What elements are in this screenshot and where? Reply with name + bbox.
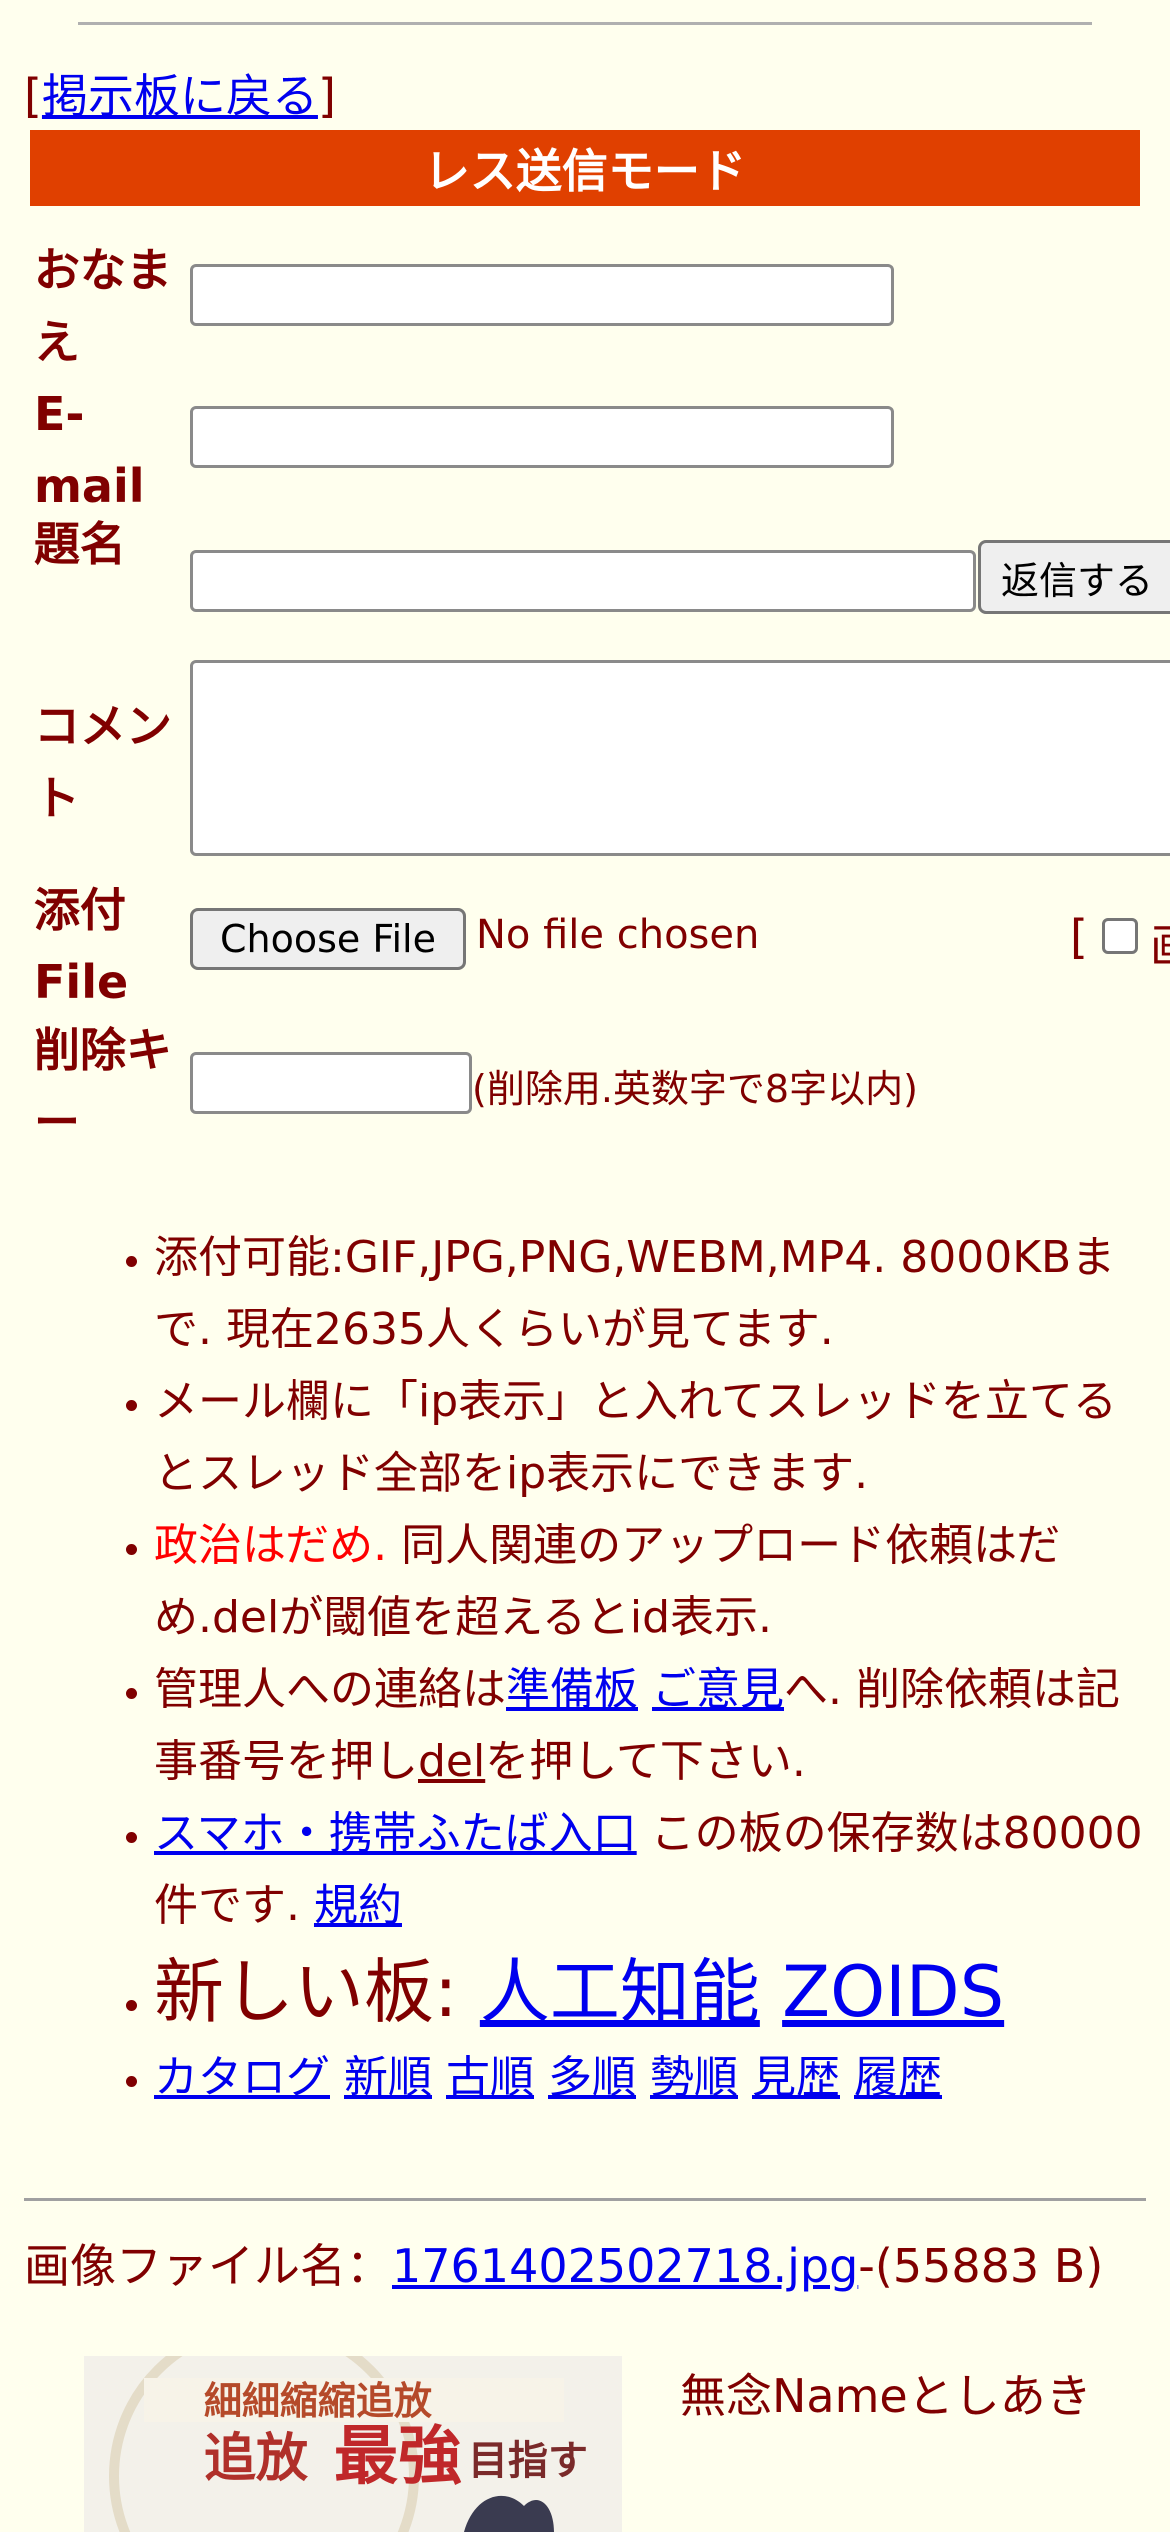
- zoids-board-link[interactable]: ZOIDS: [782, 1951, 1004, 2033]
- note-mobile: スマホ・携帯ふたば入口 この板の保存数は80000件です. 規約: [154, 1798, 1170, 1942]
- option-bracket: [: [1070, 910, 1088, 964]
- email-label: E-mail: [34, 387, 145, 513]
- note-attachments: 添付可能:GIF,JPG,PNG,WEBM,MP4. 8000KBまで. 現在2…: [154, 1222, 1170, 1366]
- note-contact-text: 管理人への連絡は: [154, 1664, 506, 1715]
- image-file-link[interactable]: 1761402502718.jpg: [392, 2239, 858, 2293]
- image-option-checkbox[interactable]: [1102, 918, 1138, 954]
- thumbnail-art: 細細縮縮追放 追放 最強 目指す: [109, 2356, 588, 2532]
- sort-new-link[interactable]: 新順: [344, 2052, 432, 2103]
- reply-mode-banner: レス送信モード: [30, 130, 1140, 206]
- comment-label: コメント: [34, 699, 172, 825]
- delete-key-input[interactable]: [190, 1052, 472, 1114]
- ai-board-link[interactable]: 人工知能: [480, 1951, 760, 2033]
- subject-label: 題名: [34, 517, 126, 571]
- choose-file-button[interactable]: Choose File: [190, 908, 466, 970]
- svg-text:細細縮縮追放: 細細縮縮追放: [204, 2378, 432, 2423]
- no-politics-warning: 政治はだめ.: [154, 1520, 388, 1571]
- back-nav: [掲示板に戻る]: [24, 60, 336, 126]
- post-file-info: 画像ファイル名：1761402502718.jpg-(55883 B): [24, 2236, 1144, 2296]
- terms-link[interactable]: 規約: [314, 1880, 402, 1931]
- file-size: -(55883 B): [858, 2239, 1104, 2293]
- thumbnail-title-3: 目指す: [468, 2437, 588, 2484]
- name-label: おなまえ: [34, 243, 172, 369]
- post-thumbnail[interactable]: 細細縮縮追放 追放 最強 目指す: [84, 2356, 622, 2532]
- file-label: 画像ファイル名：: [24, 2239, 392, 2293]
- mobile-entrance-link[interactable]: スマホ・携帯ふたば入口: [154, 1808, 637, 1859]
- bracket-close: ]: [317, 69, 336, 123]
- subject-input[interactable]: [190, 550, 976, 612]
- note-sort-links: カタログ 新順 古順 多順 勢順 見歴 履歴: [154, 2042, 1170, 2114]
- submit-reply-button[interactable]: 返信する: [978, 540, 1170, 614]
- thumbnail-title-2: 最強: [334, 2419, 462, 2494]
- board-notes-list: 添付可能:GIF,JPG,PNG,WEBM,MP4. 8000KBまで. 現在2…: [0, 1222, 1170, 2114]
- sort-many-link[interactable]: 多順: [548, 2052, 636, 2103]
- image-option-label: 画: [1150, 910, 1170, 976]
- del-link[interactable]: del: [418, 1736, 485, 1787]
- note-new-boards: 新しい板: 人工知能 ZOIDS: [154, 1942, 1170, 2042]
- delete-key-label: 削除キー: [34, 1023, 172, 1149]
- post-history-link[interactable]: 履歴: [854, 2052, 942, 2103]
- thumbnail-title-1: 追放: [204, 2428, 308, 2489]
- catalog-link[interactable]: カタログ: [154, 2052, 330, 2103]
- attach-label: 添付File: [34, 883, 129, 1009]
- email-input[interactable]: [190, 406, 894, 468]
- sort-momentum-link[interactable]: 勢順: [650, 2052, 738, 2103]
- note-rules: 政治はだめ. 同人関連のアップロード依頼はだめ.delが閾値を超えるとid表示.: [154, 1510, 1170, 1654]
- top-divider: [78, 22, 1092, 25]
- sort-old-link[interactable]: 古順: [446, 2052, 534, 2103]
- new-boards-text: 新しい板:: [154, 1951, 480, 2033]
- poster-name: 無念Nameとしあき: [680, 2369, 1092, 2423]
- bracket-open: [: [24, 69, 42, 123]
- feedback-link[interactable]: ご意見: [652, 1664, 784, 1715]
- no-file-status: No file chosen: [476, 912, 760, 958]
- delete-key-note: (削除用.英数字で8字以内): [472, 1067, 918, 1111]
- section-divider: [24, 2198, 1146, 2201]
- note-contact-text-3: を押して下さい.: [485, 1736, 806, 1787]
- back-to-board-link[interactable]: 掲示板に戻る: [42, 69, 318, 123]
- note-contact: 管理人への連絡は準備板 ご意見へ. 削除依頼は記事番号を押しdelを押して下さい…: [154, 1654, 1170, 1798]
- comment-textarea[interactable]: [190, 660, 1170, 856]
- viewed-history-link[interactable]: 見歴: [752, 2052, 840, 2103]
- name-input[interactable]: [190, 264, 894, 326]
- prep-board-link[interactable]: 準備板: [506, 1664, 638, 1715]
- note-ip-display: メール欄に「ip表示」と入れてスレッドを立てるとスレッド全部をip表示にできます…: [154, 1366, 1170, 1510]
